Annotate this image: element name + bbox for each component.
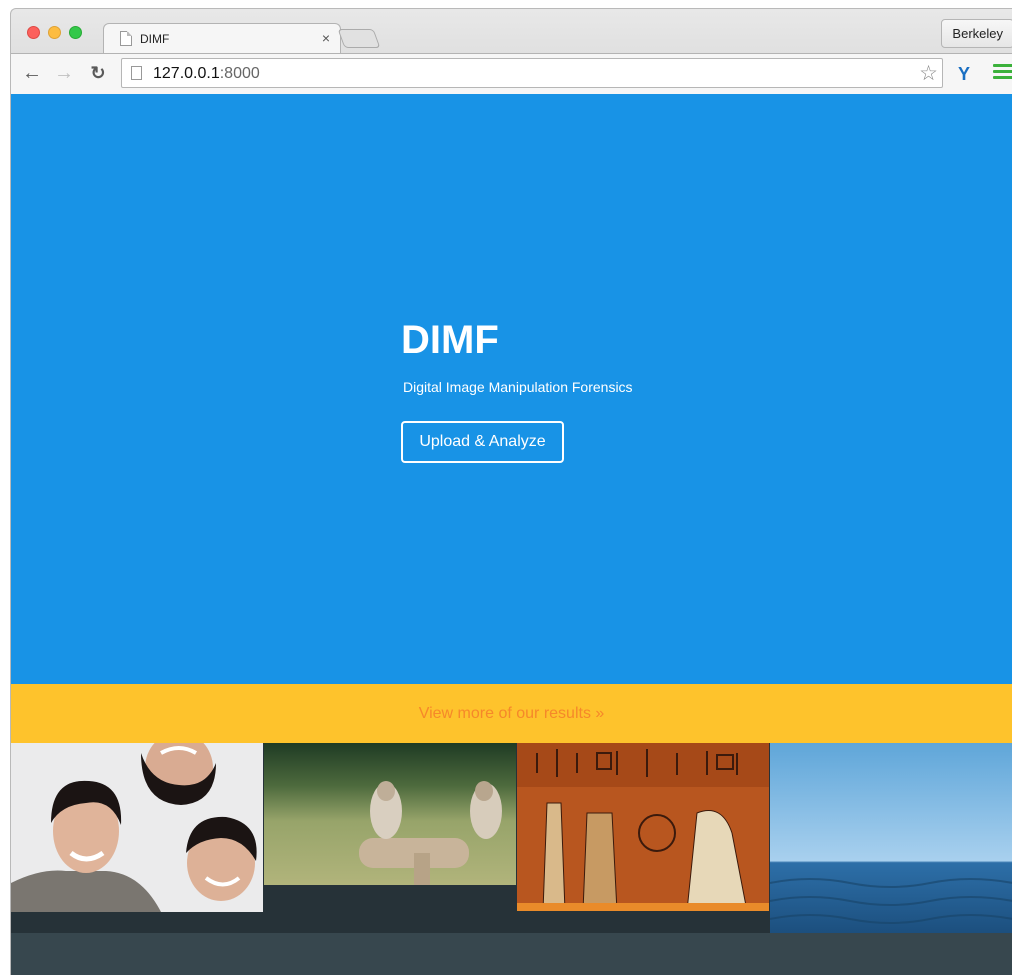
- tab-strip: DIMF × Berkeley: [11, 9, 1012, 54]
- hero-section: DIMF Digital Image Manipulation Forensic…: [11, 94, 1012, 684]
- forward-arrow-icon[interactable]: →: [53, 62, 75, 84]
- close-window-button[interactable]: [27, 26, 40, 39]
- tab-close-icon[interactable]: ×: [322, 30, 330, 46]
- gallery-image-ocean[interactable]: [770, 743, 1012, 933]
- page-favicon-icon: [120, 31, 132, 46]
- view-more-results-link[interactable]: View more of our results »: [11, 684, 1012, 743]
- upload-analyze-button[interactable]: Upload & Analyze: [401, 421, 564, 463]
- back-arrow-icon[interactable]: ←: [21, 62, 43, 84]
- minimize-window-button[interactable]: [48, 26, 61, 39]
- page-subtitle: Digital Image Manipulation Forensics: [403, 379, 633, 395]
- url-text[interactable]: 127.0.0.1:8000: [153, 65, 260, 83]
- address-bar[interactable]: 127.0.0.1:8000 ☆: [121, 58, 943, 88]
- gallery-image-faces[interactable]: [11, 743, 263, 912]
- star-icon[interactable]: ☆: [919, 61, 938, 86]
- page-viewport: DIMF Digital Image Manipulation Forensic…: [10, 94, 1012, 975]
- gallery-image-papyrus[interactable]: [517, 743, 769, 911]
- reload-icon[interactable]: ↻: [87, 62, 109, 84]
- results-gallery: [11, 743, 1012, 975]
- browser-window-chrome: DIMF × Berkeley ← → ↻ 127.0.0.1:8000 ☆ Y: [10, 8, 1012, 94]
- gallery-image-falcons[interactable]: [264, 743, 516, 885]
- page-icon: [131, 66, 142, 80]
- results-band: View more of our results »: [11, 684, 1012, 743]
- hamburger-menu-icon[interactable]: [993, 64, 1012, 80]
- extension-icon[interactable]: Y: [953, 63, 975, 85]
- profile-button[interactable]: Berkeley: [941, 19, 1012, 48]
- browser-toolbar: ← → ↻ 127.0.0.1:8000 ☆ Y: [11, 53, 1012, 94]
- zoom-window-button[interactable]: [69, 26, 82, 39]
- tab-title: DIMF: [140, 32, 170, 46]
- tab-dimf[interactable]: DIMF ×: [103, 23, 341, 54]
- page-title: DIMF: [401, 318, 499, 362]
- new-tab-button[interactable]: [337, 29, 381, 48]
